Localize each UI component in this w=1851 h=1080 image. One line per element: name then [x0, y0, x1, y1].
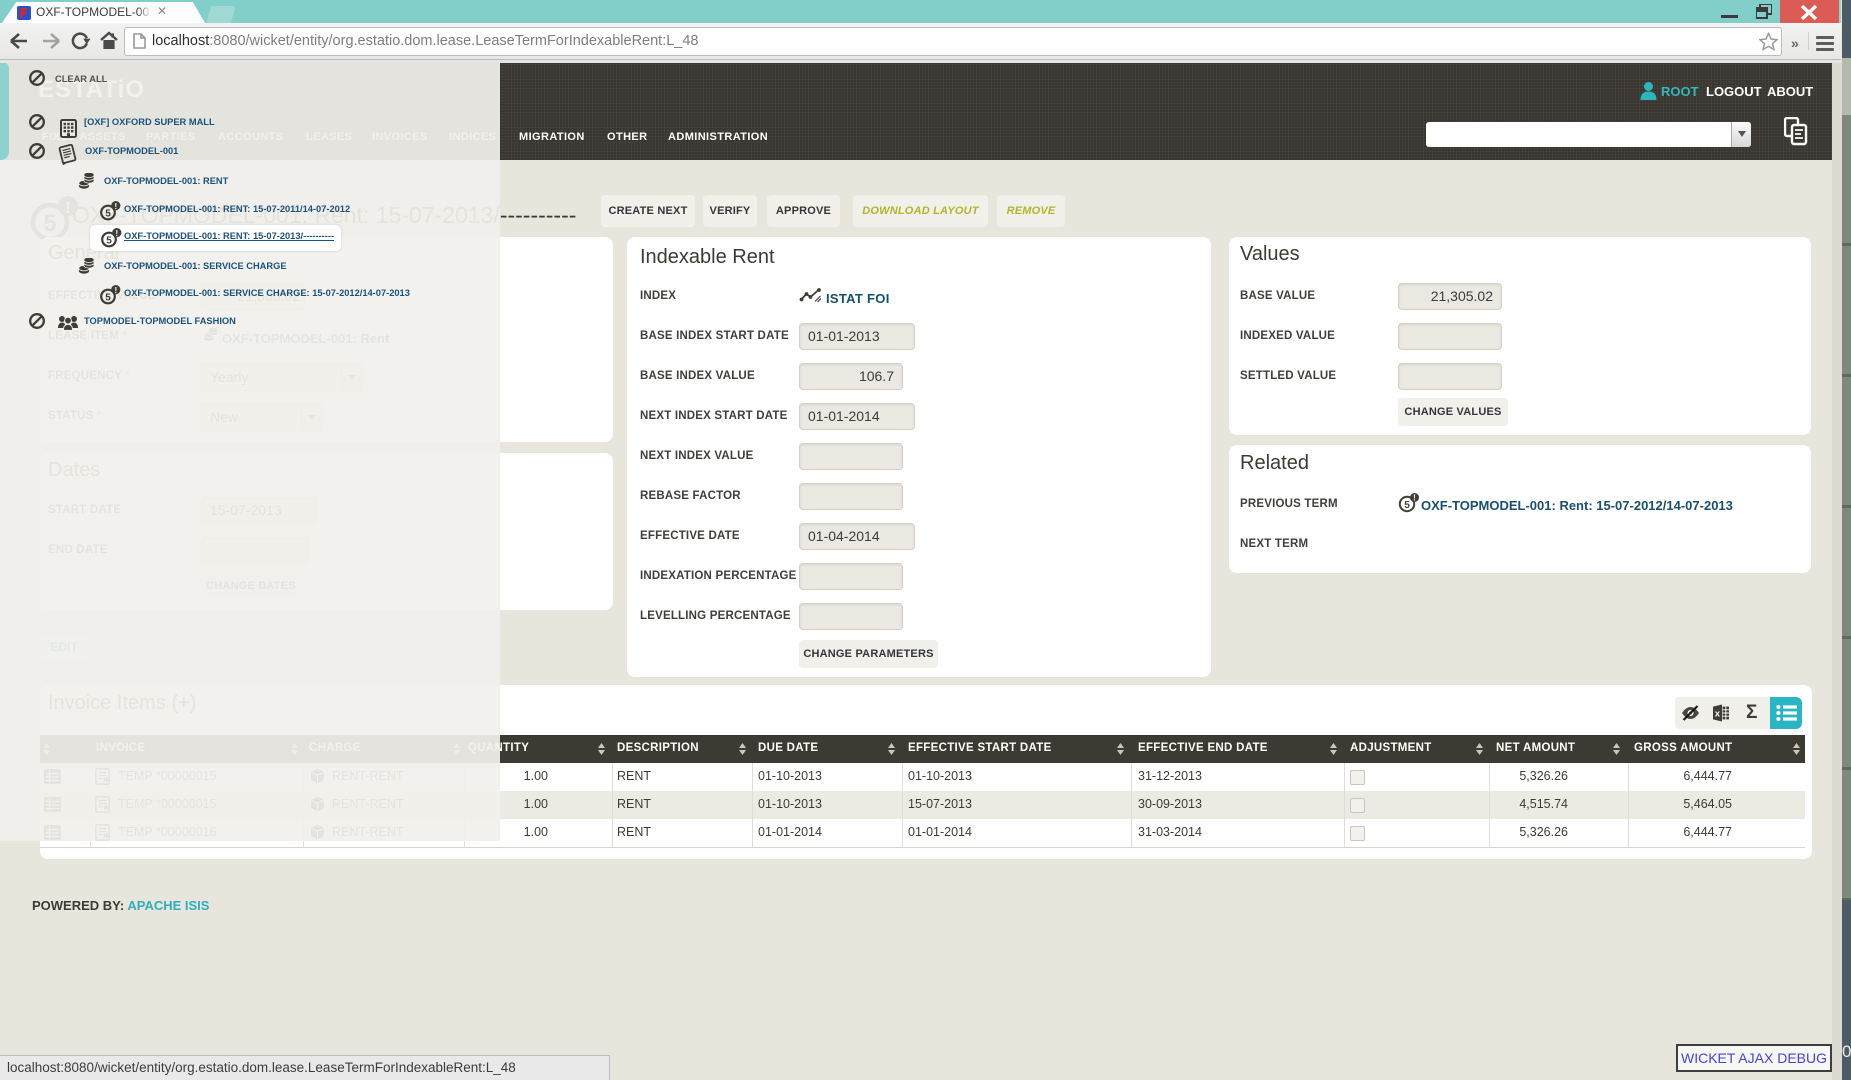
svg-text:5: 5	[1404, 500, 1410, 511]
svg-text:5: 5	[106, 236, 112, 247]
svg-text:5: 5	[105, 293, 111, 304]
svg-text:x: x	[1715, 709, 1721, 720]
svg-text:!: !	[115, 229, 118, 238]
svg-text:!: !	[1413, 494, 1416, 503]
svg-text:!: !	[114, 202, 117, 211]
svg-text:5: 5	[105, 209, 111, 220]
svg-text:!: !	[114, 286, 117, 295]
